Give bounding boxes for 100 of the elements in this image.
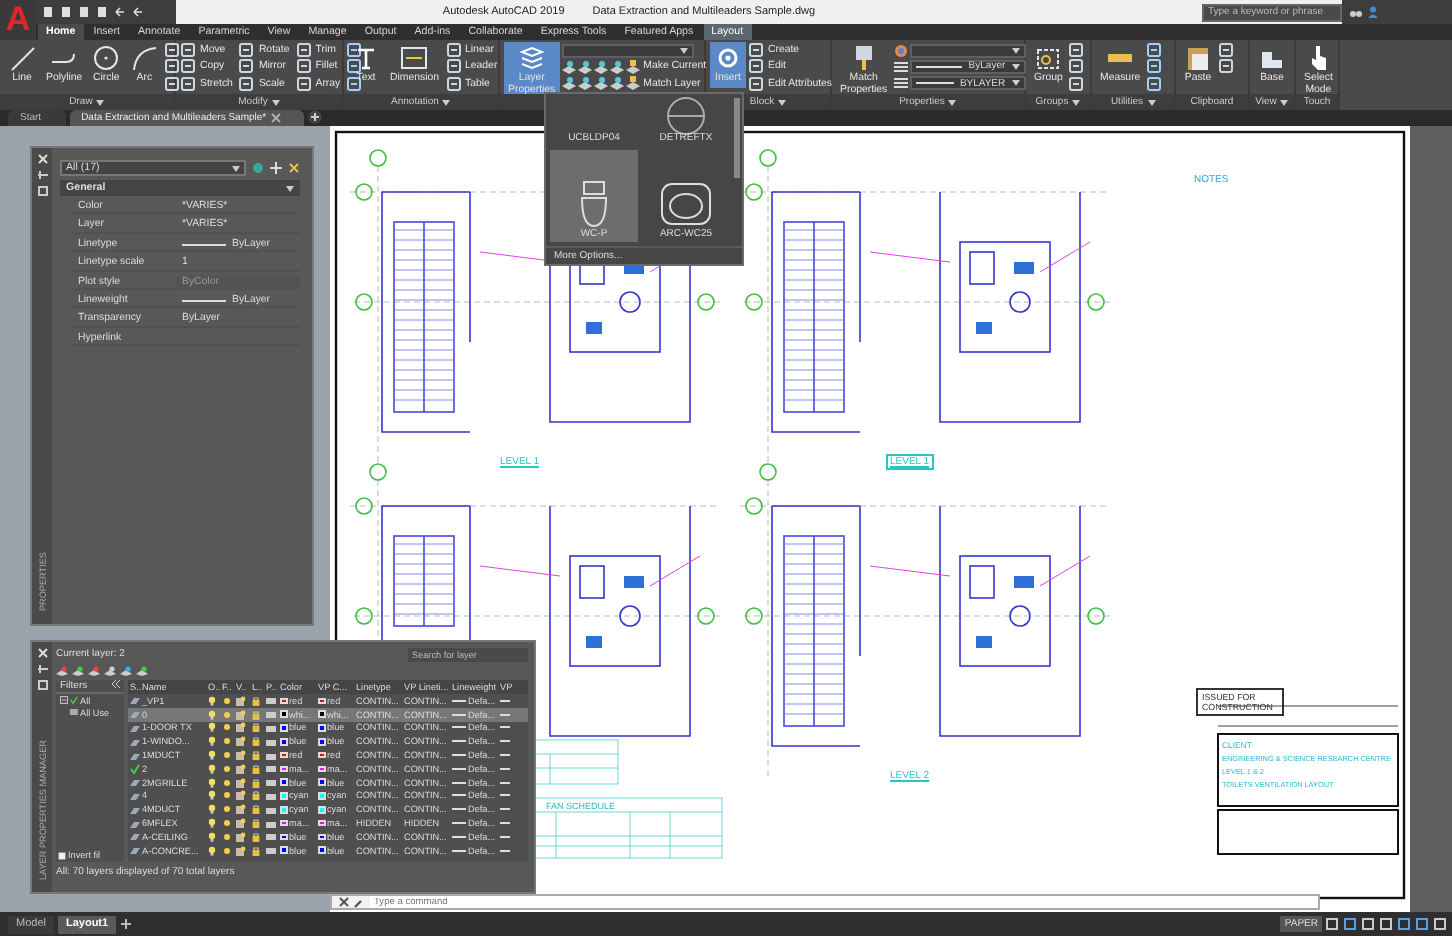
tool-button[interactable] [164,75,185,92]
check-icon [130,763,140,774]
layer-tool-button[interactable] [561,59,576,74]
tool-button[interactable] [1068,75,1089,92]
binoculars-icon [1350,7,1362,17]
tool-icon [1146,42,1163,59]
close-icon [37,648,47,658]
bulb-icon [208,695,216,706]
caret-icon [271,99,280,105]
tool-button[interactable] [346,58,367,76]
circle-icon [92,44,121,72]
tool-icon [238,75,255,92]
grid-bubble [355,607,373,625]
bulb-icon [208,845,216,856]
tool-icon [1068,42,1085,59]
tool-icon [1068,75,1085,92]
grid-bubble [745,607,763,625]
text-lines-icon [352,44,380,72]
tool-icon [238,42,255,59]
clipboard-icon [1184,44,1212,72]
tool-icon [295,58,312,75]
tool-button[interactable] [1218,58,1238,76]
layer-tool-button[interactable] [609,76,624,91]
layer-tool-icon [104,666,116,676]
layer-tool-icon [136,666,148,676]
layer-tool-button[interactable] [577,76,592,91]
tool-button[interactable] [1068,42,1089,59]
basin-icon [658,178,714,226]
grid-bubble [745,293,763,311]
tool-icon [164,75,181,92]
color-dropdown[interactable] [909,43,1026,58]
viewport-sun-icon [236,695,246,706]
viewport-sun-icon [236,736,246,747]
group-icon [1034,44,1063,72]
grid-bubble [355,293,373,311]
caret-icon [232,165,240,171]
tool-icon [346,58,363,75]
tool-icon [1146,75,1163,92]
grid-bubble [1087,293,1105,311]
layer-tool-button[interactable] [609,59,624,74]
layers-icon [517,44,546,72]
layer-tool-button[interactable] [593,59,608,74]
bulb-icon [208,736,216,747]
bulb-icon [208,804,216,815]
arrow-icon [132,6,144,18]
caret-icon [286,185,294,191]
tool-icon [1146,58,1163,75]
close-icon [37,154,47,164]
caret-icon [778,99,787,105]
wrench-icon [354,897,364,907]
plus-icon [120,918,133,930]
viewport-sun-icon [236,845,246,856]
checkbox-icon [58,851,66,859]
color-wheel-icon [893,43,908,58]
grid-bubble [697,293,715,311]
toilet-room-drawing [569,555,661,667]
tool-button[interactable] [1068,58,1089,76]
pin-icon [37,170,47,180]
quick-select-icon [288,162,300,174]
lock-icon [252,695,260,706]
tool-icon [295,75,312,92]
layer-tool-button[interactable] [561,76,576,91]
options-icon [37,680,47,690]
tool-button[interactable] [164,58,185,76]
tool-button[interactable] [346,42,367,59]
caret-icon [1072,99,1081,105]
user-icon [1368,6,1378,18]
caret-icon [442,99,451,105]
pin-icon [37,664,47,674]
select-objects-icon [270,162,282,174]
close-icon [340,898,348,906]
caret-icon [679,47,688,54]
toilet-room-drawing [959,555,1051,667]
layer-tool-button[interactable] [593,76,608,91]
tool-icon [164,58,181,75]
tool-icon [445,75,462,92]
tool-button[interactable] [1218,42,1238,59]
tool-icon [445,42,462,59]
layer-tool-icon [56,666,68,676]
layer-tool-button[interactable] [577,59,592,74]
leader-line [869,251,951,263]
leader-line [1039,555,1091,587]
lock-icon [252,845,260,856]
tool-icon [164,42,181,59]
leader-line [1039,241,1091,273]
tool-button[interactable] [1146,75,1167,92]
grid-bubble [697,607,715,625]
pickadd-icon [252,162,264,174]
tool-icon [445,58,462,75]
tool-button[interactable] [1146,58,1167,76]
viewport-sun-icon [236,804,246,815]
caret-icon [1280,99,1289,105]
leader-line [479,565,561,577]
line-icon [8,44,36,72]
filter-icon [70,708,78,716]
caret-icon [948,99,957,105]
lock-icon [252,804,260,815]
tool-button[interactable] [164,42,185,59]
tool-button[interactable] [1146,42,1167,59]
staircase-drawing [393,535,455,627]
